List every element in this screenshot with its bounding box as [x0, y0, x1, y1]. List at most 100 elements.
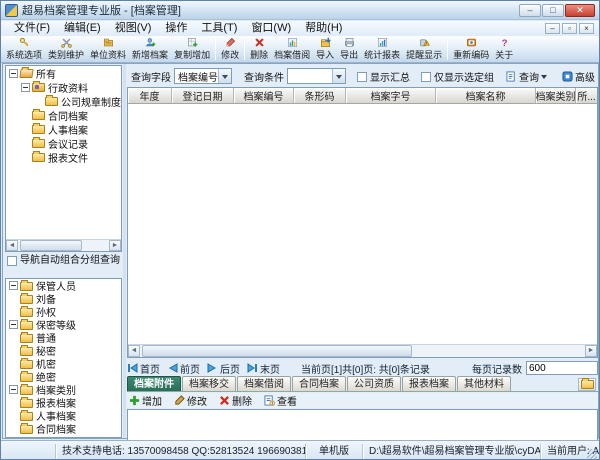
about-button[interactable]: ? 关于	[492, 36, 516, 62]
scroll-right-icon[interactable]: ►	[109, 240, 121, 251]
scroll-thumb[interactable]	[142, 345, 412, 357]
tree-node-all[interactable]: 所有	[6, 66, 121, 80]
mdi-close-button[interactable]: ×	[579, 23, 594, 34]
export-button[interactable]: 导出	[337, 36, 361, 62]
col-barcode[interactable]: 条形码	[294, 88, 346, 103]
prev-page-button[interactable]: 前页	[167, 361, 200, 376]
archive-grid: 年度 登记日期 档案编号 条形码 档案字号 档案名称 档案类别 所... ◄ ►	[127, 87, 598, 358]
tree-node-meeting[interactable]: 会议记录	[6, 136, 121, 150]
col-archive-name[interactable]: 档案名称	[436, 88, 536, 103]
archive-borrow-button[interactable]: 档案借阅	[271, 36, 313, 62]
menu-window[interactable]: 窗口(W)	[244, 21, 298, 36]
tree-node-contract-archive[interactable]: 合同档案	[6, 422, 121, 435]
minimize-button[interactable]: –	[519, 4, 541, 17]
tree-node-sunquan[interactable]: 孙权	[6, 305, 121, 318]
col-archive-type[interactable]: 档案类别	[536, 88, 576, 103]
collapse-icon[interactable]	[9, 281, 18, 290]
detail-view-button[interactable]: 查看	[262, 393, 299, 408]
query-button[interactable]: 查询	[503, 68, 550, 85]
first-page-button[interactable]: 首页	[127, 361, 160, 376]
tab-report-archive[interactable]: 报表档案	[402, 376, 456, 391]
unit-info-button[interactable]: 单位资料	[87, 36, 129, 62]
horizontal-scrollbar[interactable]: ◄ ►	[6, 239, 121, 251]
query-field-select[interactable]: 档案编号	[174, 68, 232, 84]
tab-other-material[interactable]: 其他材料	[457, 376, 511, 391]
tree-node-top-secret[interactable]: 绝密	[6, 370, 121, 383]
chevron-down-icon[interactable]	[218, 69, 231, 83]
scroll-left-icon[interactable]: ◄	[128, 345, 140, 357]
recode-button[interactable]: 重新编码	[450, 36, 492, 62]
grid-body[interactable]	[128, 104, 597, 344]
modify-button[interactable]: 修改	[218, 36, 242, 62]
menu-edit[interactable]: 编辑(E)	[57, 21, 108, 36]
close-button[interactable]: ✕	[565, 4, 595, 17]
col-year[interactable]: 年度	[128, 88, 172, 103]
tab-company-qualification[interactable]: 公司资质	[347, 376, 401, 391]
tree-node-hr-archive[interactable]: 人事档案	[6, 409, 121, 422]
detail-modify-button[interactable]: 修改	[172, 393, 209, 408]
menu-tools[interactable]: 工具(T)	[194, 21, 244, 36]
tree-node-contract[interactable]: 合同档案	[6, 108, 121, 122]
tree-node-keepers[interactable]: 保管人员	[6, 279, 121, 292]
panel-splitter[interactable]	[123, 64, 126, 438]
collapse-icon[interactable]	[9, 385, 18, 394]
scroll-right-icon[interactable]: ►	[585, 345, 597, 357]
next-page-button[interactable]: 后页	[207, 361, 240, 376]
col-archive-no[interactable]: 档案编号	[234, 88, 294, 103]
tree-node-report-archive[interactable]: 报表档案	[6, 396, 121, 409]
category-maintain-button[interactable]: 类别维护	[45, 36, 87, 62]
only-selected-checkbox[interactable]	[421, 72, 431, 82]
tree-node-hr[interactable]: 人事档案	[6, 122, 121, 136]
scroll-left-icon[interactable]: ◄	[6, 240, 18, 251]
menu-operate[interactable]: 操作	[158, 21, 194, 36]
col-more[interactable]: 所...	[576, 88, 597, 103]
add-archive-button[interactable]: 新增档案	[129, 36, 171, 62]
query-condition-select[interactable]	[287, 68, 346, 84]
collapse-icon[interactable]	[21, 83, 30, 92]
collapse-icon[interactable]	[9, 69, 18, 78]
tab-archive-borrow[interactable]: 档案借阅	[237, 376, 291, 391]
tree-node-liubei[interactable]: 刘备	[6, 292, 121, 305]
tab-contract-archive[interactable]: 合同档案	[292, 376, 346, 391]
menu-file[interactable]: 文件(F)	[7, 21, 57, 36]
reminder-button[interactable]: 提醒显示	[403, 36, 445, 62]
menu-help[interactable]: 帮助(H)	[298, 21, 349, 36]
stats-report-button[interactable]: 统计报表	[361, 36, 403, 62]
attachment-folder-button[interactable]	[578, 378, 596, 391]
mdi-minimize-button[interactable]: –	[545, 23, 560, 34]
copy-add-button[interactable]: 复制增加	[171, 36, 213, 62]
tree-node-rules[interactable]: 公司规章制度文件	[6, 94, 121, 108]
tree-node-normal[interactable]: 普通	[6, 331, 121, 344]
last-page-button[interactable]: 末页	[247, 361, 280, 376]
advanced-button[interactable]: 高级	[559, 68, 598, 85]
only-selected-checkbox-row[interactable]: 仅显示选定组	[420, 69, 494, 84]
col-archive-ref[interactable]: 档案字号	[346, 88, 436, 103]
show-summary-checkbox[interactable]	[357, 72, 367, 82]
import-button[interactable]: 导入	[313, 36, 337, 62]
tree-node-confidential[interactable]: 机密	[6, 357, 121, 370]
per-page-input[interactable]	[526, 361, 598, 375]
show-summary-checkbox-row[interactable]: 显示汇总	[356, 69, 410, 84]
col-reg-date[interactable]: 登记日期	[172, 88, 234, 103]
auto-group-checkbox-row[interactable]: 导航自动组合分组查询	[6, 255, 122, 266]
tab-archive-transfer[interactable]: 档案移交	[182, 376, 236, 391]
detail-add-button[interactable]: 增加	[127, 393, 164, 408]
system-options-button[interactable]: 系统选项	[3, 36, 45, 62]
tree-node-secret[interactable]: 秘密	[6, 344, 121, 357]
delete-button[interactable]: 删除	[247, 36, 271, 62]
menu-view[interactable]: 视图(V)	[108, 21, 159, 36]
resize-grip[interactable]	[587, 449, 597, 459]
tree-node-report[interactable]: 报表文件	[6, 150, 121, 164]
chevron-down-icon[interactable]	[332, 69, 345, 83]
auto-group-checkbox[interactable]	[7, 256, 17, 266]
mdi-restore-button[interactable]: ▫	[562, 23, 577, 34]
grid-horizontal-scrollbar[interactable]: ◄ ►	[128, 344, 597, 357]
maximize-button[interactable]: □	[542, 4, 564, 17]
tree-node-admin[interactable]: 行政资料	[6, 80, 121, 94]
tree-node-secret-level[interactable]: 保密等级	[6, 318, 121, 331]
scroll-thumb[interactable]	[20, 240, 82, 251]
collapse-icon[interactable]	[9, 320, 18, 329]
tab-archive-attachment[interactable]: 档案附件	[127, 376, 181, 391]
tree-node-archive-type[interactable]: 档案类别	[6, 383, 121, 396]
detail-delete-button[interactable]: 删除	[217, 393, 254, 408]
